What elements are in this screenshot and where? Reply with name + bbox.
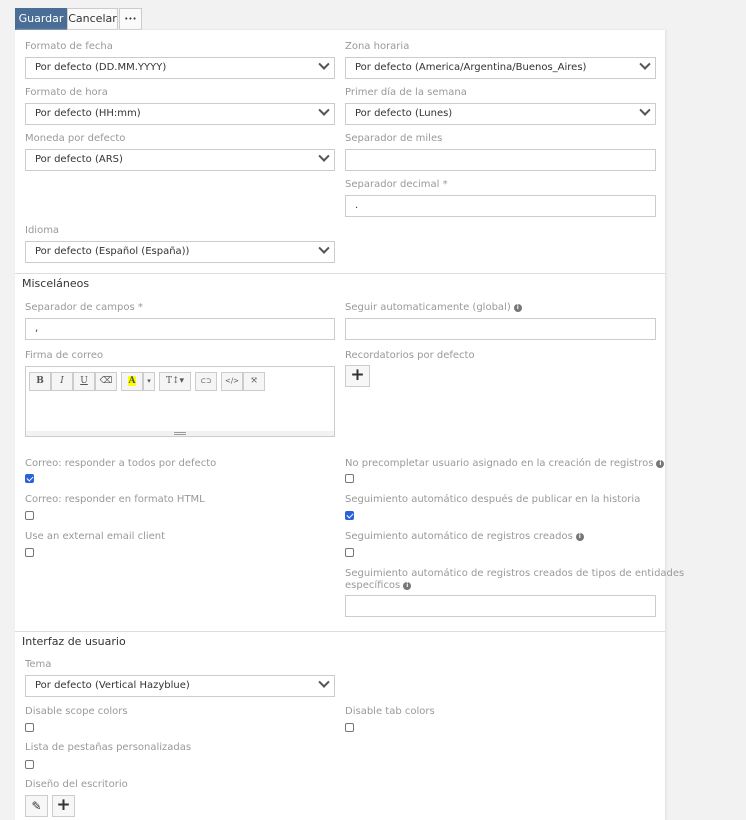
add-reminder-button[interactable]: + <box>345 365 370 387</box>
italic-button[interactable]: I <box>51 372 73 391</box>
external-client-checkbox[interactable] <box>25 548 34 557</box>
value: Por defecto (Vertical Hazyblue) <box>35 680 190 691</box>
add-dashboard-button[interactable]: + <box>52 795 75 817</box>
label: Zona horaria <box>345 41 410 52</box>
color-icon: A <box>127 376 137 386</box>
label: Tema <box>25 659 52 670</box>
value: Por defecto (HH:mm) <box>35 108 141 119</box>
chevron-down-icon <box>639 58 651 70</box>
chevron-down-icon <box>318 150 330 162</box>
label: Firma de correo <box>25 350 104 361</box>
save-button[interactable]: Guardar <box>15 8 67 30</box>
label: Diseño del escritorio <box>25 779 128 790</box>
label: Disable tab colors <box>345 706 435 717</box>
chevron-down-icon <box>639 104 651 116</box>
fullscreen-icon[interactable]: ⤧ <box>243 372 265 391</box>
chevron-down-icon <box>318 676 330 688</box>
label: Disable scope colors <box>25 706 128 717</box>
chevron-down-icon <box>318 104 330 116</box>
bold-button[interactable]: B <box>29 372 51 391</box>
label-text: Seguir automaticamente (global) <box>345 302 511 313</box>
text-color-button[interactable]: A <box>121 372 143 391</box>
value: Por defecto (Lunes) <box>355 108 453 119</box>
week-start-select[interactable]: Por defecto (Lunes) <box>345 103 656 125</box>
font-size-button[interactable]: T↕▾ <box>159 372 191 391</box>
label: Moneda por defecto <box>25 133 126 144</box>
chevron-down-icon <box>318 58 330 70</box>
section-title: Interfaz de usuario <box>22 635 126 648</box>
info-icon[interactable]: i <box>656 460 665 468</box>
currency-select[interactable]: Por defecto (ARS) <box>25 149 335 171</box>
reply-all-checkbox[interactable] <box>25 474 34 483</box>
custom-tabs-checkbox[interactable] <box>25 760 34 769</box>
divider <box>15 273 665 274</box>
label: Idioma <box>25 225 60 236</box>
tab-colors-checkbox[interactable] <box>345 723 354 732</box>
theme-select[interactable]: Por defecto (Vertical Hazyblue) <box>25 675 335 697</box>
value: Por defecto (DD.MM.YYYY) <box>35 62 167 73</box>
divider <box>15 631 665 632</box>
field-separator-input[interactable]: , <box>25 318 335 340</box>
date-format-select[interactable]: Por defecto (DD.MM.YYYY) <box>25 57 335 79</box>
html-reply-checkbox[interactable] <box>25 511 34 520</box>
info-icon[interactable]: i <box>513 304 522 312</box>
label: Use an external email client <box>25 531 166 542</box>
language-select[interactable]: Por defecto (Español (España)) <box>25 241 335 263</box>
link-icon[interactable]: ⊂⊃ <box>195 372 217 391</box>
value: Por defecto (Español (España)) <box>35 246 190 257</box>
label: Separador decimal * <box>345 179 448 190</box>
label-text: No precompletar usuario asignado en la c… <box>345 458 654 469</box>
label: Seguir automaticamente (global) i <box>345 302 522 313</box>
scope-colors-checkbox[interactable] <box>25 723 34 732</box>
value: Por defecto (ARS) <box>35 154 123 165</box>
resize-handle[interactable] <box>26 431 334 436</box>
time-format-select[interactable]: Por defecto (HH:mm) <box>25 103 335 125</box>
label: Seguimiento automático después de public… <box>345 494 641 505</box>
info-icon[interactable]: i <box>575 533 584 541</box>
label: No precompletar usuario asignado en la c… <box>345 458 665 469</box>
follow-global-input[interactable] <box>345 318 656 340</box>
decimal-separator-input[interactable]: . <box>345 195 656 217</box>
eraser-icon[interactable]: ⌫ <box>95 372 117 391</box>
section-title: Misceláneos <box>22 277 90 290</box>
follow-created-checkbox[interactable] <box>345 548 354 557</box>
code-view-icon[interactable]: </> <box>221 372 243 391</box>
label-text: específicos <box>345 580 401 591</box>
label: Formato de hora <box>25 87 108 98</box>
label: Seguimiento automático de registros crea… <box>345 531 584 542</box>
label: Correo: responder en formato HTML <box>25 494 205 505</box>
label-text: Seguimiento automático de registros crea… <box>345 531 573 542</box>
info-icon[interactable]: i <box>403 582 412 590</box>
cancel-button[interactable]: Cancelar <box>67 8 118 30</box>
no-prefill-checkbox[interactable] <box>345 474 354 483</box>
label: Recordatorios por defecto <box>345 350 475 361</box>
label: Separador de miles <box>345 133 443 144</box>
follow-after-post-checkbox[interactable] <box>345 511 354 520</box>
label: Primer día de la semana <box>345 87 467 98</box>
label: Lista de pestañas personalizadas <box>25 742 192 753</box>
underline-button[interactable]: U <box>73 372 95 391</box>
chevron-down-icon <box>318 242 330 254</box>
more-button[interactable]: ••• <box>119 8 142 30</box>
entity-types-input[interactable] <box>345 595 656 617</box>
label: Formato de fecha <box>25 41 113 52</box>
thousand-separator-input[interactable] <box>345 149 656 171</box>
color-dropdown-button[interactable]: ▾ <box>143 372 155 391</box>
timezone-select[interactable]: Por defecto (America/Argentina/Buenos_Ai… <box>345 57 656 79</box>
value: Por defecto (America/Argentina/Buenos_Ai… <box>355 62 587 73</box>
label: Correo: responder a todos por defecto <box>25 458 217 469</box>
label: específicos i <box>345 580 412 591</box>
label: Seguimiento automático de registros crea… <box>345 568 685 579</box>
label: Separador de campos * <box>25 302 143 313</box>
edit-dashboard-button[interactable]: ✎ <box>25 795 48 817</box>
